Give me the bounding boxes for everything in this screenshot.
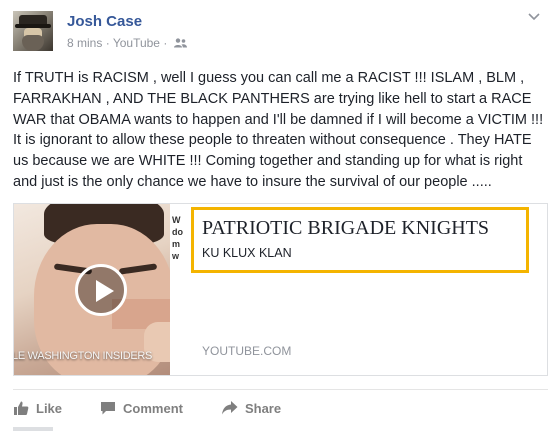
- bottom-edge: [13, 427, 53, 431]
- link-title[interactable]: PATRIOTIC BRIGADE KNIGHTS: [202, 217, 489, 240]
- share-label: Share: [244, 400, 282, 416]
- action-divider: [13, 389, 548, 390]
- like-label: Like: [36, 400, 63, 416]
- chevron-down-icon[interactable]: [528, 10, 540, 24]
- meta-separator: ·: [105, 36, 110, 50]
- post-meta: 8 mins · YouTube ·: [67, 36, 187, 51]
- meta-separator: ·: [163, 36, 168, 50]
- link-description: KU KLUX KLAN: [202, 246, 292, 260]
- link-card-text[interactable]: PATRIOTIC BRIGADE KNIGHTS KU KLUX KLAN Y…: [188, 204, 547, 375]
- video-thumbnail[interactable]: W do m w LE WASHINGTON INSIDERS: [14, 204, 188, 375]
- avatar-beard: [22, 35, 44, 51]
- thumbnail-side-text: W do m w: [172, 215, 183, 261]
- play-icon[interactable]: [75, 264, 127, 316]
- friends-icon[interactable]: [173, 37, 187, 51]
- comment-icon: [101, 402, 116, 415]
- comment-button[interactable]: Comment: [100, 400, 183, 416]
- action-bar: Like Comment Share: [13, 398, 319, 418]
- share-icon: [221, 401, 238, 415]
- post-timestamp[interactable]: 8 mins: [67, 36, 102, 50]
- like-icon: [14, 401, 29, 415]
- author-name[interactable]: Josh Case: [67, 13, 142, 30]
- avatar[interactable]: [13, 11, 53, 51]
- post-body-text: If TRUTH is RACISM , well I guess you ca…: [13, 70, 544, 190]
- post-source[interactable]: YouTube: [113, 36, 160, 50]
- comment-label: Comment: [123, 400, 183, 416]
- link-domain: YOUTUBE.COM: [202, 344, 292, 358]
- link-preview-card[interactable]: W do m w LE WASHINGTON INSIDERS PATRIOTI…: [13, 203, 548, 376]
- play-triangle: [96, 280, 114, 302]
- share-button[interactable]: Share: [221, 400, 281, 416]
- facebook-post: Josh Case 8 mins · YouTube · If TRUTH is…: [0, 0, 554, 431]
- thumbnail-caption: LE WASHINGTON INSIDERS: [14, 350, 153, 362]
- like-button[interactable]: Like: [13, 400, 62, 416]
